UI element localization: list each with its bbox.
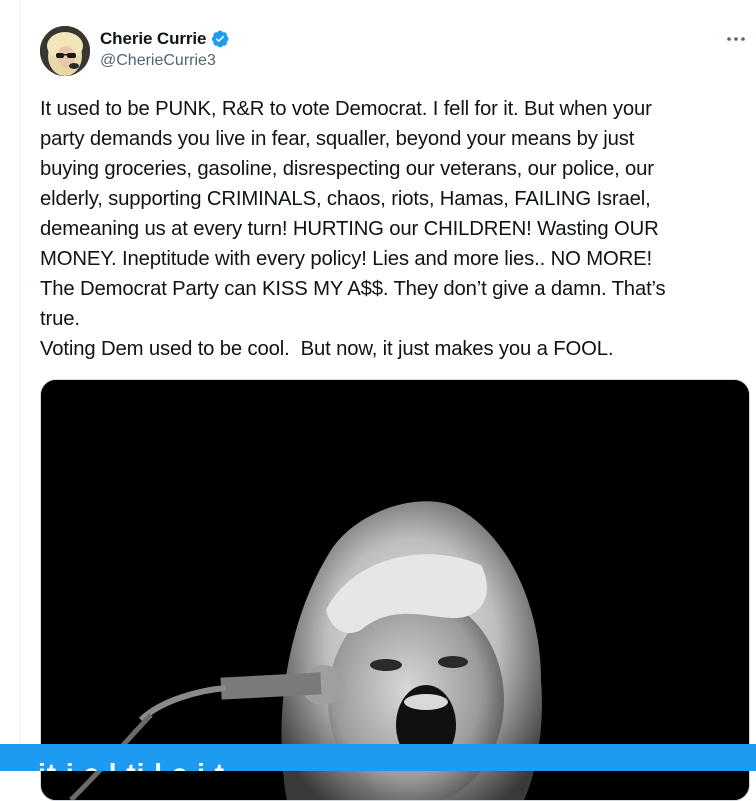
avatar[interactable]: [40, 26, 90, 76]
author-name-row[interactable]: Cherie Currie: [100, 28, 230, 50]
bottom-banner[interactable]: it i e l ti l e i t: [0, 744, 756, 771]
tweet-photo[interactable]: [40, 379, 750, 801]
tweet[interactable]: Cherie Currie @CherieCurrie3 It used to …: [20, 0, 756, 801]
display-name[interactable]: Cherie Currie: [100, 29, 207, 49]
ellipsis-icon[interactable]: [724, 27, 748, 51]
bottom-banner-text: it i e l ti l e i t: [38, 758, 225, 771]
author-handle[interactable]: @CherieCurrie3: [100, 52, 216, 70]
verified-badge-icon[interactable]: [210, 29, 230, 49]
tweet-text: It used to be PUNK, R&R to vote Democrat…: [40, 98, 666, 360]
